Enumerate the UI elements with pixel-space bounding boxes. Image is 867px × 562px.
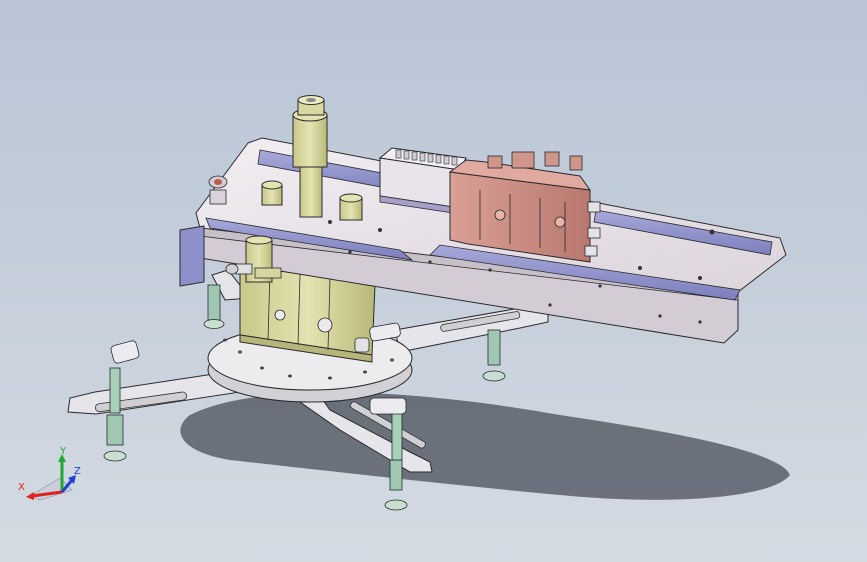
suction-cup-right[interactable] [482,329,506,382]
x-axis-label: X [18,482,25,493]
y-axis-label: Y [59,446,67,457]
cad-viewport[interactable]: Y X Z [0,0,867,562]
small-fitting-left[interactable] [208,175,228,205]
ground-shadow [180,392,791,500]
bushing-left[interactable] [261,180,283,206]
end-fitting-left[interactable] [225,263,253,275]
bushing-right[interactable] [339,193,363,221]
3d-model-scene[interactable]: Y X Z [0,0,867,562]
coordinate-triad: Y X Z [18,446,81,501]
z-axis-label: Z [74,466,81,477]
